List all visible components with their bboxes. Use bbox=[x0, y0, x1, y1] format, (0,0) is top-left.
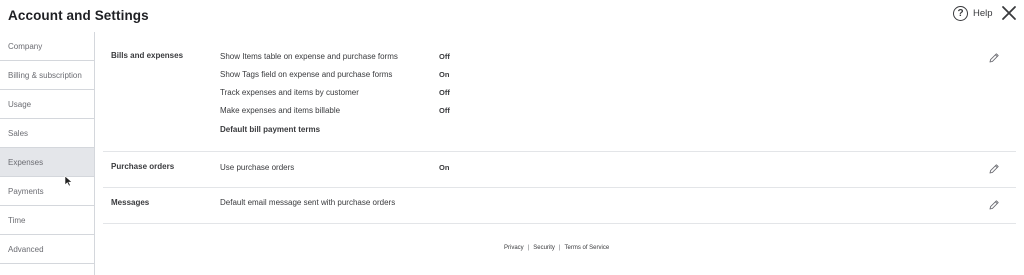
section-title: Bills and expenses bbox=[111, 51, 184, 60]
purchase-orders-section[interactable]: Purchase orders Use purchase orders On bbox=[103, 152, 1016, 188]
footer-links: Privacy | Security | Terms of Service bbox=[504, 245, 609, 251]
setting-label: Track expenses and items by customer bbox=[220, 88, 359, 97]
setting-value: Off bbox=[439, 88, 450, 97]
sidebar-item-billing-subscription[interactable]: Billing & subscription bbox=[0, 61, 94, 90]
help-circle-icon: ? bbox=[953, 5, 968, 21]
sidebar-item-company[interactable]: Company bbox=[0, 32, 94, 61]
setting-value: On bbox=[439, 163, 450, 172]
settings-sidebar: Company Billing & subscription Usage Sal… bbox=[0, 32, 95, 275]
settings-main: Bills and expenses Show Items table on e… bbox=[103, 32, 1016, 224]
setting-label: Show Items table on expense and purchase… bbox=[220, 52, 398, 61]
sidebar-item-time[interactable]: Time bbox=[0, 206, 94, 235]
header: Account and Settings ? Help bbox=[0, 0, 1024, 32]
privacy-link[interactable]: Privacy bbox=[504, 245, 524, 251]
footer-separator: | bbox=[558, 245, 561, 251]
help-button[interactable]: ? Help bbox=[953, 5, 993, 21]
pencil-icon[interactable] bbox=[988, 199, 1000, 211]
section-title: Messages bbox=[111, 198, 150, 207]
close-icon[interactable] bbox=[1001, 5, 1017, 21]
pencil-icon[interactable] bbox=[988, 163, 1000, 175]
section-title: Purchase orders bbox=[111, 162, 175, 171]
setting-label: Use purchase orders bbox=[220, 163, 295, 172]
sidebar-item-expenses[interactable]: Expenses bbox=[0, 148, 94, 177]
footer-separator: | bbox=[527, 245, 530, 251]
setting-value: Off bbox=[439, 52, 450, 61]
page-title: Account and Settings bbox=[8, 8, 149, 23]
mouse-pointer-icon bbox=[64, 175, 73, 187]
terms-of-service-link[interactable]: Terms of Service bbox=[564, 245, 609, 251]
setting-value: Off bbox=[439, 106, 450, 115]
sidebar-item-payments[interactable]: Payments bbox=[0, 177, 94, 206]
sidebar-item-sales[interactable]: Sales bbox=[0, 119, 94, 148]
bills-and-expenses-section[interactable]: Bills and expenses Show Items table on e… bbox=[103, 32, 1016, 152]
pencil-icon[interactable] bbox=[988, 52, 1000, 64]
setting-label: Default email message sent with purchase… bbox=[220, 198, 396, 207]
security-link[interactable]: Security bbox=[533, 245, 555, 251]
messages-section[interactable]: Messages Default email message sent with… bbox=[103, 188, 1016, 224]
setting-label: Make expenses and items billable bbox=[220, 106, 341, 115]
help-label: Help bbox=[973, 7, 993, 19]
footer: Privacy | Security | Terms of Service bbox=[0, 245, 1024, 257]
setting-label: Show Tags field on expense and purchase … bbox=[220, 70, 393, 79]
setting-label: Default bill payment terms bbox=[220, 125, 321, 134]
sidebar-item-usage[interactable]: Usage bbox=[0, 90, 94, 119]
setting-value: On bbox=[439, 70, 450, 79]
